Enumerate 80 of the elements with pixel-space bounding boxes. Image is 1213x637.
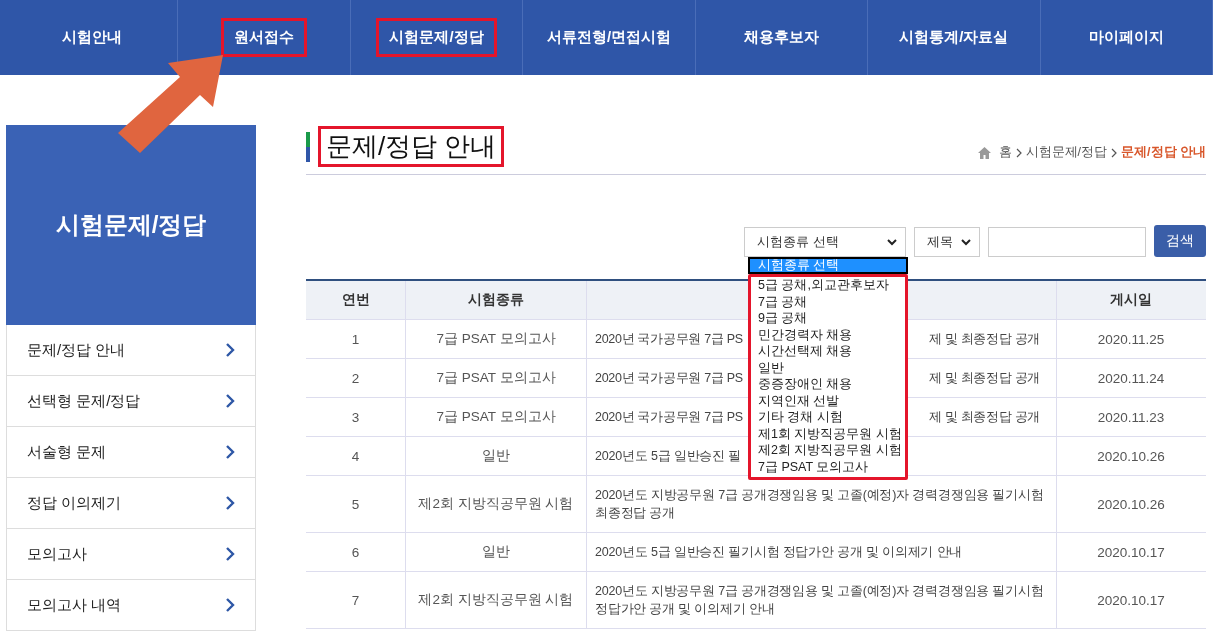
nav-link[interactable]: 채용후보자	[730, 18, 832, 57]
dropdown-option[interactable]: 시간선택제 채용	[751, 343, 905, 360]
table-cell-text: 2020.10.17	[1096, 543, 1166, 562]
table-cell: 7	[306, 572, 406, 628]
dropdown-option[interactable]: 5급 공채,외교관후보자	[751, 277, 905, 294]
post-title-link[interactable]: 2020년도 지방공무원 7급 공개경쟁임용 및 고졸(예정)자 경력경쟁임용 필기시험 최종정답 공개	[595, 486, 1046, 522]
post-title-link[interactable]: 제 및 최종정답 공개	[928, 369, 1046, 387]
column-header: 연번	[306, 281, 406, 319]
caret-down-icon	[887, 238, 897, 246]
dropdown-option[interactable]: 제2회 지방직공무원 시험	[751, 442, 905, 459]
column-header: 게시일	[1109, 291, 1153, 309]
sidebar-item[interactable]: 정답 이의제기	[6, 478, 256, 529]
post-title-link[interactable]: 제 및 최종정답 공개	[928, 330, 1046, 348]
post-title-link[interactable]: 2020년도 지방공무원 7급 공개경쟁임용 및 고졸(예정)자 경력경쟁임용 필기시험 정답가안 공개 및 이의제기 안내	[595, 582, 1046, 618]
dropdown-option[interactable]: 제1회 지방직공무원 시험	[751, 425, 905, 442]
post-title-link[interactable]: 2020년도 5급 일반승진 필	[595, 447, 741, 465]
table-cell-text: 2020.10.17	[1096, 591, 1166, 610]
table-cell: 5	[306, 476, 406, 532]
table-cell: 7급 PSAT 모의고사	[406, 359, 587, 397]
dropdown-option[interactable]: 7급 공채	[751, 293, 905, 310]
search-field[interactable]	[988, 227, 1146, 257]
dropdown-option[interactable]: 지역인재 선발	[751, 392, 905, 409]
home-icon	[977, 146, 991, 159]
post-title-link[interactable]: 2020년 국가공무원 7급 PS	[595, 330, 743, 348]
sidebar-item[interactable]: 문제/정답 안내	[6, 325, 256, 376]
dropdown-option[interactable]: 중증장애인 채용	[751, 376, 905, 393]
nav-link[interactable]: 서류전형/면접시험	[533, 18, 685, 57]
search-button[interactable]: 검색	[1154, 225, 1206, 257]
chevron-right-icon	[1015, 147, 1022, 158]
dropdown-option[interactable]: 민간경력자 채용	[751, 326, 905, 343]
category-select[interactable]: 시험종류 선택	[744, 227, 906, 257]
table-cell: 7급 PSAT 모의고사	[406, 398, 587, 436]
post-title-link[interactable]: 제 및 최종정답 공개	[928, 408, 1046, 426]
chevron-right-icon	[225, 393, 235, 409]
table-cell: 7급 PSAT 모의고사	[406, 320, 587, 358]
sidebar-item[interactable]: 모의고사	[6, 529, 256, 580]
table-cell-text: 2020.10.26	[1096, 447, 1166, 466]
nav-link[interactable]: 마이페이지	[1075, 18, 1177, 57]
table-cell-text: 2020.11.24	[1096, 369, 1166, 388]
post-title-link[interactable]: 2020년 국가공무원 7급 PS	[595, 408, 743, 426]
field-select[interactable]: 제목	[914, 227, 980, 257]
column-header: 시험종류	[406, 281, 587, 319]
nav-link[interactable]: 원서접수	[221, 18, 308, 57]
dropdown-option[interactable]: 일반	[751, 359, 905, 376]
page-title: 문제/정답 안내	[318, 126, 505, 167]
chevron-right-icon	[225, 546, 235, 562]
post-title-link[interactable]: 2020년 국가공무원 7급 PS	[595, 369, 743, 387]
table-cell: 일반	[406, 533, 587, 571]
chevron-right-icon	[225, 495, 235, 511]
title-accent-bar	[306, 131, 310, 162]
nav-link[interactable]: 시험안내	[48, 18, 135, 57]
table-cell-text: 2020.11.23	[1096, 408, 1166, 427]
nav-link[interactable]: 시험통계/자료실	[886, 18, 1022, 57]
dropdown-option[interactable]: 9급 공채	[751, 310, 905, 327]
chevron-right-icon	[225, 597, 235, 613]
table-cell: 1	[306, 320, 406, 358]
sidebar-title: 시험문제/정답	[55, 210, 207, 240]
caret-down-icon	[961, 238, 971, 246]
chevron-right-icon	[225, 342, 235, 358]
table-cell-text: 2020.11.25	[1096, 330, 1166, 349]
chevron-right-icon	[1111, 147, 1118, 158]
dropdown-option[interactable]: 7급 PSAT 모의고사	[751, 458, 905, 475]
table-cell: 제2회 지방직공무원 시험	[406, 476, 587, 532]
chevron-right-icon	[225, 444, 235, 460]
table-cell-text: 2020.10.26	[1096, 495, 1166, 514]
table-cell: 6	[306, 533, 406, 571]
table-cell: 2	[306, 359, 406, 397]
sidebar-item[interactable]: 모의고사 내역	[6, 580, 256, 631]
breadcrumb-link[interactable]: 문제/정답 안내	[1121, 144, 1206, 161]
table-cell: 4	[306, 437, 406, 475]
breadcrumb-link[interactable]: 시험문제/정답	[1025, 144, 1108, 161]
sidebar-item[interactable]: 서술형 문제	[6, 427, 256, 478]
breadcrumb-link[interactable]: 홈	[998, 144, 1012, 161]
sidebar-item[interactable]: 선택형 문제/정답	[6, 376, 256, 427]
dropdown-option[interactable]: 기타 경채 시험	[751, 409, 905, 426]
nav-link[interactable]: 시험문제/정답	[376, 18, 497, 57]
table-cell: 일반	[406, 437, 587, 475]
post-title-link[interactable]: 2020년도 5급 일반승진 필기시험 정답가안 공개 및 이의제기 안내	[595, 543, 963, 561]
table-cell: 제2회 지방직공무원 시험	[406, 572, 587, 628]
table-cell: 3	[306, 398, 406, 436]
